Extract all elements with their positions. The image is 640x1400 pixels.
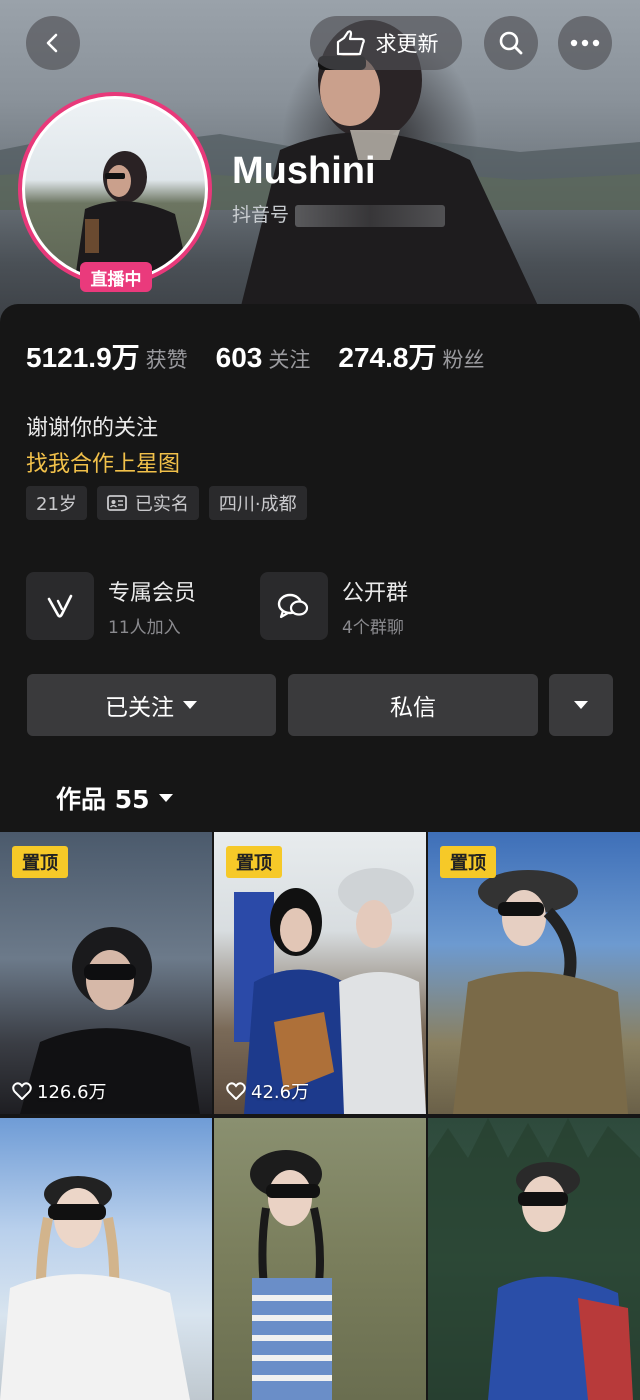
works-label: 作品 55 — [56, 785, 150, 814]
verified-label: 已实名 — [134, 494, 189, 515]
request-update-button[interactable]: 求更新 — [310, 16, 462, 70]
video-likes: 42.6万 — [226, 1078, 309, 1104]
v-membership-icon — [47, 594, 73, 618]
douyin-id-blurred — [295, 204, 446, 227]
stats-row: 5121.9万 获赞 603 关注 274.8万 粉丝 — [26, 336, 512, 376]
id-card-icon — [107, 495, 127, 511]
age-label: 21岁 — [36, 494, 77, 515]
heart-outline-icon — [226, 1082, 246, 1100]
video-thumbnail[interactable]: 置顶 42.6万 — [214, 832, 426, 1114]
group-chat-icon — [277, 593, 309, 619]
likes-label: 获赞 — [145, 348, 188, 372]
search-button[interactable] — [484, 16, 538, 70]
following-count[interactable]: 603 — [216, 342, 263, 374]
heart-outline-icon — [12, 1082, 32, 1100]
back-button[interactable] — [26, 16, 80, 70]
verified-tag[interactable]: 已实名 — [96, 486, 199, 520]
public-group-entry[interactable]: 公开群 4个群聊 — [260, 572, 408, 640]
caret-down-icon — [574, 701, 588, 709]
followed-label: 已关注 — [105, 695, 174, 721]
thumbnail-person — [428, 1118, 640, 1400]
membership-icon-box — [26, 572, 94, 640]
location-label: 四川·成都 — [218, 494, 297, 515]
bio-line-1: 谢谢你的关注 — [26, 416, 159, 441]
live-badge[interactable]: 直播中 — [80, 262, 152, 292]
location-tag: 四川·成都 — [208, 486, 307, 520]
video-thumbnail[interactable]: 置顶 — [428, 832, 640, 1114]
likes-count: 5121.9万 — [26, 342, 140, 373]
search-icon — [499, 31, 523, 55]
followed-button[interactable]: 已关注 — [27, 674, 276, 736]
thumbnail-person — [250, 1150, 332, 1400]
video-likes-count: 42.6万 — [251, 1082, 310, 1103]
membership-entry[interactable]: 专属会员 11人加入 — [26, 572, 196, 640]
followers-count[interactable]: 274.8万 — [338, 336, 436, 376]
following-label[interactable]: 关注 — [268, 344, 310, 374]
pointing-hand-icon — [336, 30, 365, 56]
bio-line-2[interactable]: 找我合作上星图 — [26, 446, 180, 478]
message-button[interactable]: 私信 — [288, 674, 538, 736]
message-label: 私信 — [390, 695, 436, 721]
caret-down-icon — [158, 794, 173, 802]
pinned-badge: 置顶 — [226, 846, 282, 878]
video-thumbnail[interactable] — [214, 1118, 426, 1400]
video-likes-count: 126.6万 — [37, 1082, 107, 1103]
more-button[interactable] — [558, 16, 612, 70]
video-thumbnail[interactable]: 置顶 126.6万 — [0, 832, 212, 1114]
works-tab[interactable]: 作品 55 — [56, 780, 174, 816]
request-update-label: 求更新 — [375, 32, 439, 56]
thumbnail-person — [0, 1176, 190, 1400]
username: Mushini — [232, 150, 376, 192]
douyin-id: 抖音号 — [232, 200, 446, 227]
followers-label[interactable]: 粉丝 — [442, 344, 484, 374]
avatar-person-figure — [75, 151, 190, 279]
group-title: 公开群 — [342, 580, 409, 606]
douyin-id-prefix: 抖音号 — [232, 204, 290, 226]
more-options-button[interactable] — [549, 674, 613, 736]
group-icon-box — [260, 572, 328, 640]
pinned-badge: 置顶 — [12, 846, 68, 878]
membership-title: 专属会员 — [108, 580, 197, 606]
video-thumbnail[interactable] — [0, 1118, 212, 1400]
avatar[interactable] — [18, 92, 212, 286]
pinned-badge: 置顶 — [440, 846, 496, 878]
video-thumbnail[interactable] — [428, 1118, 640, 1400]
caret-down-icon — [183, 701, 197, 709]
more-dots-icon — [570, 39, 600, 47]
avatar-image — [22, 96, 208, 282]
age-tag: 21岁 — [26, 486, 87, 520]
chevron-left-icon — [46, 33, 58, 53]
video-likes: 126.6万 — [12, 1078, 107, 1104]
group-sub: 4个群聊 — [342, 617, 404, 638]
membership-sub: 11人加入 — [108, 617, 181, 638]
profile-tags: 21岁 已实名 四川·成都 — [26, 486, 307, 520]
